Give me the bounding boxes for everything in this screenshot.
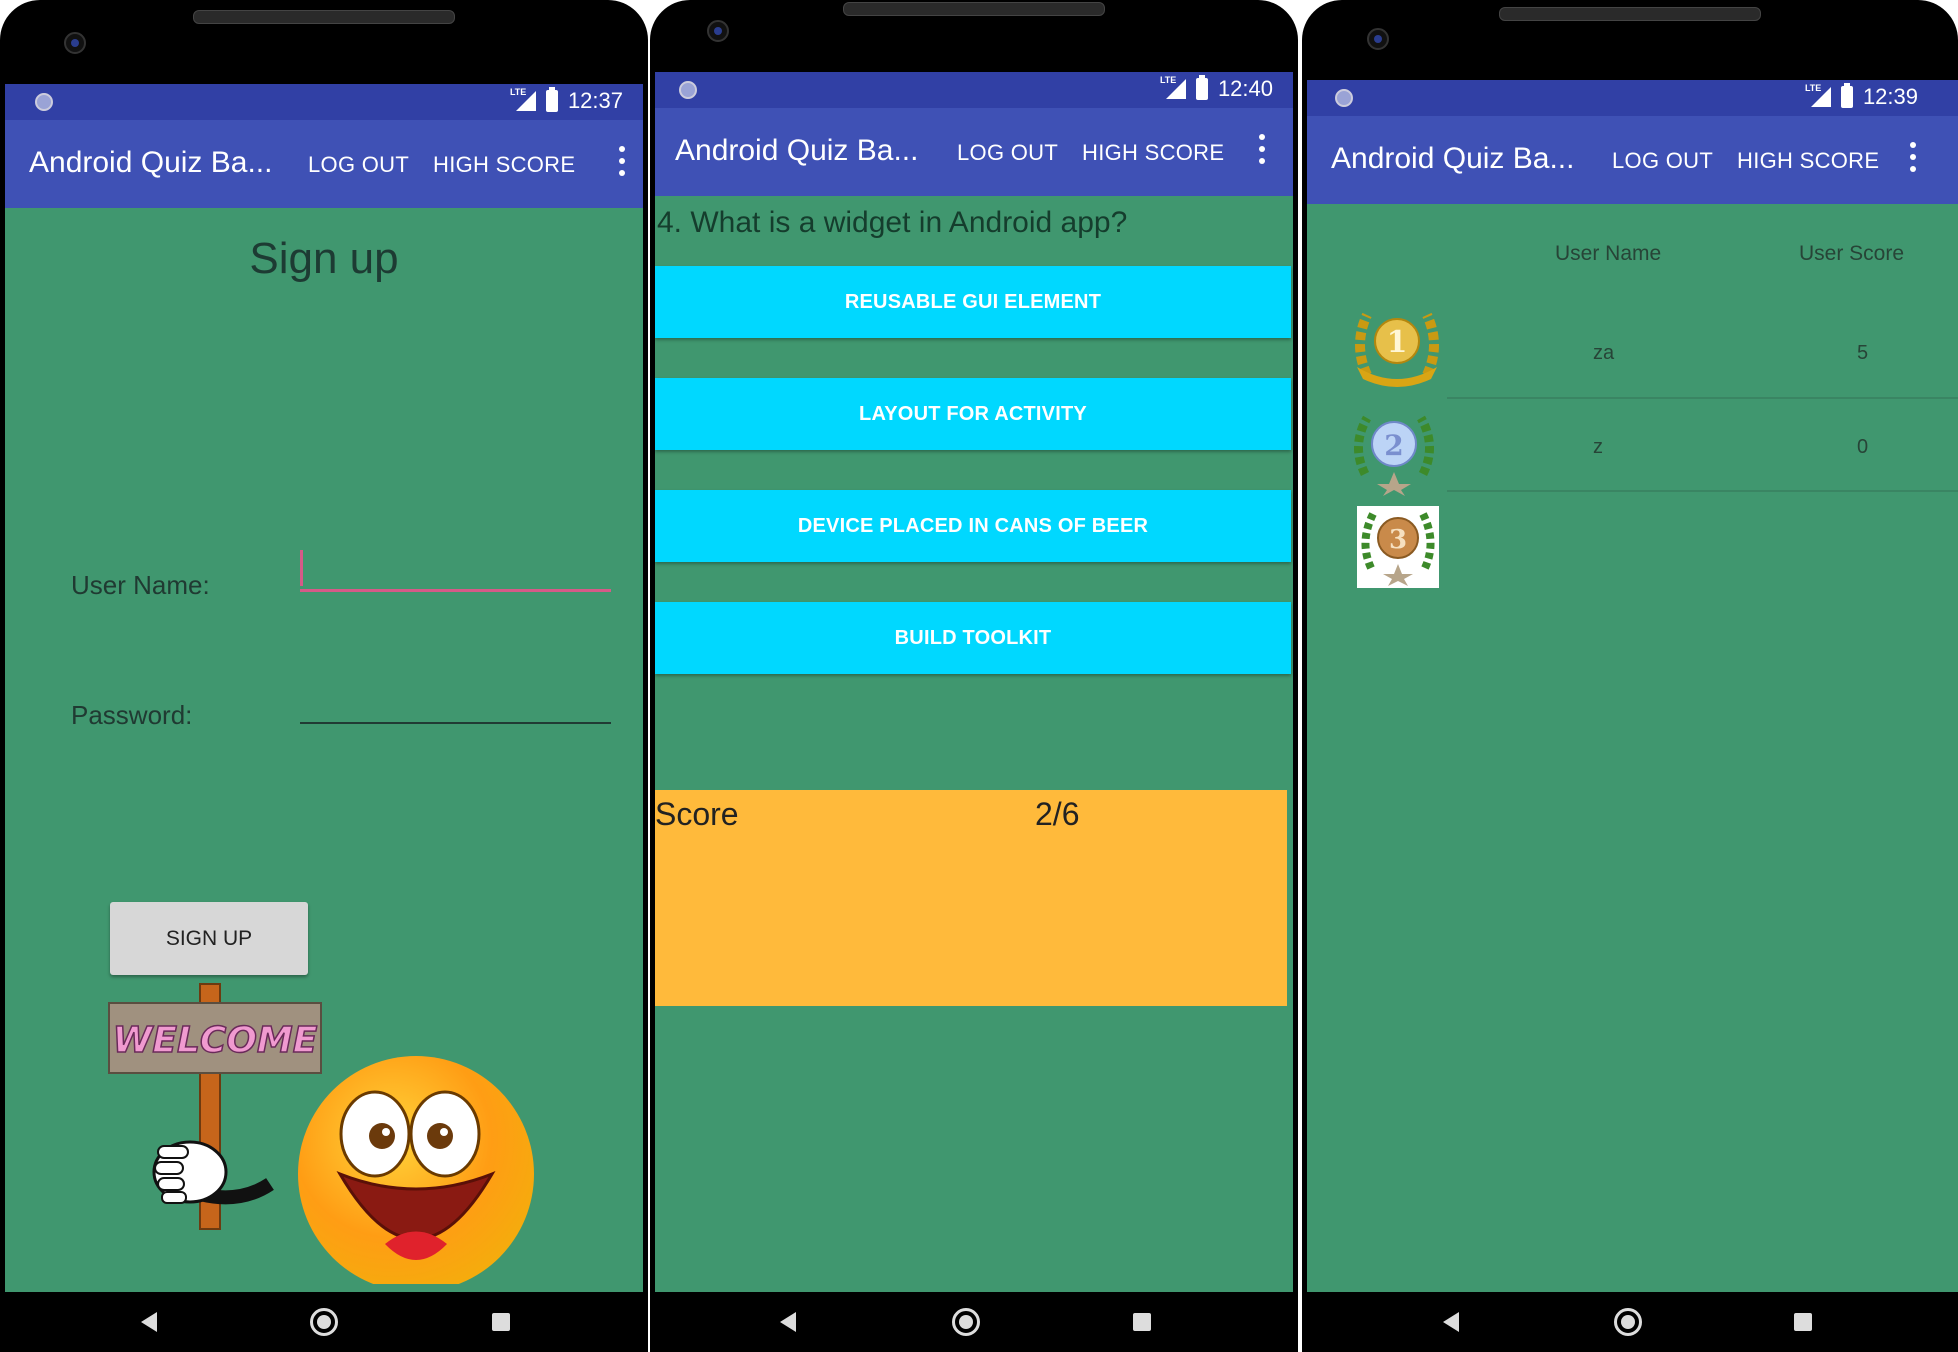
- screen: LTE 12:37 Android Quiz Ba... LOG OUT HIG…: [5, 84, 643, 1352]
- signal-icon: LTE: [1805, 83, 1831, 107]
- answer-button-1[interactable]: REUSABLE GUI ELEMENT: [655, 266, 1291, 338]
- recents-icon[interactable]: [492, 1313, 510, 1331]
- status-bar: LTE 12:40: [655, 72, 1293, 108]
- page-title: Sign up: [249, 234, 399, 283]
- earpiece-speaker: [843, 2, 1105, 16]
- app-title: Android Quiz Ba...: [675, 134, 919, 167]
- battery-icon: [1195, 75, 1208, 100]
- front-camera-icon: [1367, 28, 1389, 50]
- system-nav-bar: [655, 1292, 1293, 1352]
- username-label: User Name:: [71, 570, 210, 600]
- score-label: Score: [655, 796, 739, 832]
- status-bar: LTE 12:39: [1307, 80, 1958, 116]
- logout-button[interactable]: LOG OUT: [308, 152, 409, 178]
- answer-button-3[interactable]: DEVICE PLACED IN CANS OF BEER: [655, 490, 1291, 562]
- screen: LTE 12:40 Android Quiz Ba... LOG OUT HIG…: [655, 72, 1293, 1352]
- logout-button[interactable]: LOG OUT: [957, 140, 1058, 166]
- system-nav-bar: [1307, 1292, 1958, 1352]
- clock: 12:40: [1217, 76, 1273, 101]
- username-field[interactable]: [300, 547, 611, 592]
- overflow-menu-icon[interactable]: [1910, 142, 1916, 172]
- svg-text:2: 2: [1384, 429, 1403, 462]
- row-1-name: za: [1593, 342, 1615, 364]
- row-2-name: z: [1593, 436, 1603, 458]
- back-icon[interactable]: [141, 1312, 157, 1332]
- score-value: 2/6: [1035, 796, 1080, 832]
- notification-dot-icon: [679, 81, 697, 99]
- row-2-score: 0: [1857, 436, 1869, 458]
- phone-quiz: LTE 12:40 Android Quiz Ba... LOG OUT HIG…: [650, 0, 1298, 1352]
- password-label: Password:: [71, 700, 193, 730]
- app-bar: Android Quiz Ba... LOG OUT HIGH SCORE: [5, 120, 643, 208]
- app-bar: Android Quiz Ba... LOG OUT HIGH SCORE: [1307, 116, 1958, 204]
- app-bar: Android Quiz Ba... LOG OUT HIGH SCORE: [655, 108, 1293, 196]
- welcome-sign-text: WELCOME: [113, 1020, 318, 1061]
- bronze-medal-icon: 3: [1357, 506, 1439, 588]
- high-score-button[interactable]: HIGH SCORE: [1737, 148, 1879, 174]
- phone-signup: LTE 12:37 Android Quiz Ba... LOG OUT HIG…: [0, 0, 648, 1352]
- high-score-button[interactable]: HIGH SCORE: [1082, 140, 1224, 166]
- back-icon[interactable]: [780, 1312, 796, 1332]
- gold-medal-icon: 1: [1355, 312, 1439, 387]
- password-field[interactable]: [300, 680, 611, 724]
- question-text: 4. What is a widget in Android app?: [657, 206, 1128, 239]
- silver-medal-icon: 2: [1354, 415, 1434, 496]
- front-camera-icon: [707, 20, 729, 42]
- system-nav-bar: [5, 1292, 643, 1352]
- glove-hand-icon: [152, 1140, 228, 1204]
- status-bar: LTE 12:37: [5, 84, 643, 120]
- row-divider: [1447, 397, 1958, 399]
- battery-icon: [1840, 83, 1853, 108]
- answer-button-4[interactable]: BUILD TOOLKIT: [655, 602, 1291, 674]
- clock: 12:37: [567, 88, 623, 113]
- overflow-menu-icon[interactable]: [619, 146, 625, 176]
- front-camera-icon: [64, 32, 86, 54]
- signal-icon: LTE: [1160, 75, 1186, 99]
- app-title: Android Quiz Ba...: [29, 146, 273, 179]
- high-score-button[interactable]: HIGH SCORE: [433, 152, 575, 178]
- signal-icon: LTE: [510, 87, 536, 111]
- notification-dot-icon: [1335, 89, 1353, 107]
- svg-text:1: 1: [1387, 325, 1408, 360]
- answer-button-2[interactable]: LAYOUT FOR ACTIVITY: [655, 378, 1291, 450]
- earpiece-speaker: [193, 10, 455, 24]
- column-header-user-score: User Score: [1799, 242, 1905, 265]
- home-icon[interactable]: [1614, 1308, 1642, 1336]
- phone-high-scores: LTE 12:39 Android Quiz Ba... LOG OUT HIG…: [1302, 0, 1958, 1352]
- clock: 12:39: [1862, 84, 1918, 109]
- app-title: Android Quiz Ba...: [1331, 142, 1575, 175]
- welcome-smiley-illustration: WELCOME: [108, 983, 534, 1284]
- logout-button[interactable]: LOG OUT: [1612, 148, 1713, 174]
- recents-icon[interactable]: [1794, 1313, 1812, 1331]
- home-icon[interactable]: [952, 1308, 980, 1336]
- screen: LTE 12:39 Android Quiz Ba... LOG OUT HIG…: [1307, 80, 1958, 1352]
- svg-text:3: 3: [1389, 525, 1407, 555]
- back-icon[interactable]: [1443, 1312, 1459, 1332]
- row-1-score: 5: [1857, 342, 1869, 364]
- overflow-menu-icon[interactable]: [1259, 134, 1265, 164]
- battery-icon: [545, 87, 558, 112]
- column-header-user-name: User Name: [1555, 242, 1662, 265]
- recents-icon[interactable]: [1133, 1313, 1151, 1331]
- notification-dot-icon: [35, 93, 53, 111]
- earpiece-speaker: [1499, 7, 1761, 21]
- row-divider: [1447, 490, 1958, 492]
- home-icon[interactable]: [310, 1308, 338, 1336]
- score-panel: Score 2/6: [655, 790, 1287, 1006]
